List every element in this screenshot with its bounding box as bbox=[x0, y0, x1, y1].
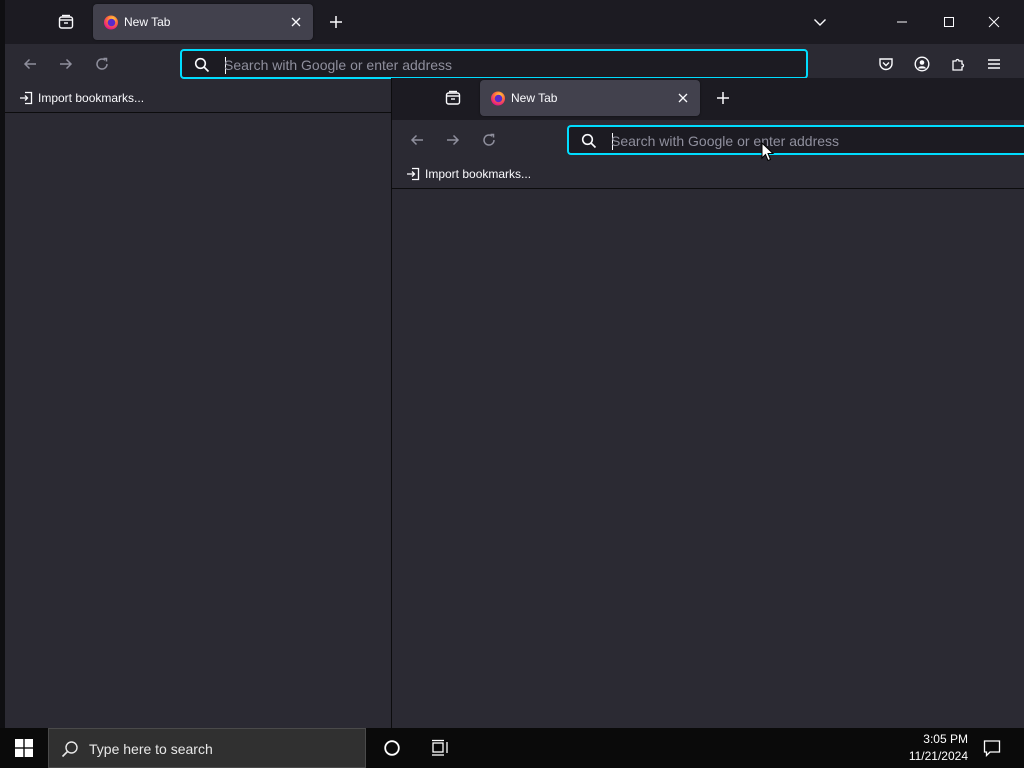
url-bar[interactable] bbox=[567, 125, 1024, 155]
tab-new-tab[interactable]: New Tab bbox=[480, 80, 700, 116]
search-icon bbox=[61, 741, 78, 758]
minimize-icon bbox=[897, 21, 907, 23]
back-button[interactable] bbox=[18, 52, 42, 76]
url-input[interactable] bbox=[224, 53, 794, 77]
tab-title: New Tab bbox=[511, 91, 558, 105]
action-center-button[interactable] bbox=[980, 736, 1004, 760]
clock-time: 3:05 PM bbox=[923, 732, 968, 746]
new-tab-button[interactable] bbox=[324, 10, 348, 34]
pocket-icon bbox=[879, 58, 893, 71]
firefox-view-icon bbox=[445, 90, 461, 105]
window-edge bbox=[0, 0, 5, 728]
url-input[interactable] bbox=[611, 129, 1021, 153]
reload-icon bbox=[96, 57, 108, 70]
minimize-button[interactable] bbox=[890, 10, 914, 34]
forward-button[interactable] bbox=[441, 128, 465, 152]
plus-icon bbox=[330, 16, 342, 28]
cortana-circle-icon bbox=[384, 740, 400, 756]
import-icon bbox=[407, 167, 420, 181]
taskbar-search-placeholder: Type here to search bbox=[89, 741, 213, 757]
start-button[interactable] bbox=[12, 736, 36, 760]
reload-button[interactable] bbox=[90, 52, 114, 76]
clock-date: 11/21/2024 bbox=[908, 749, 968, 763]
notification-icon bbox=[983, 740, 1001, 757]
close-icon bbox=[988, 16, 1000, 28]
task-view-button[interactable] bbox=[428, 736, 452, 760]
windows-logo-icon bbox=[15, 739, 33, 757]
app-menu-button[interactable] bbox=[982, 52, 1006, 76]
forward-button[interactable] bbox=[54, 52, 78, 76]
tab-new-tab[interactable]: New Tab bbox=[93, 4, 313, 40]
page-content[interactable] bbox=[392, 189, 1024, 728]
browser-window-front: New Tab Import bookmarks... bbox=[391, 78, 1024, 728]
search-icon bbox=[581, 133, 597, 149]
hamburger-menu-icon bbox=[988, 59, 1000, 69]
import-bookmarks-label: Import bookmarks... bbox=[425, 167, 532, 181]
close-tab-icon[interactable] bbox=[287, 13, 305, 31]
import-bookmarks-button[interactable]: Import bookmarks... bbox=[19, 91, 144, 105]
reload-icon bbox=[483, 133, 495, 146]
plus-icon bbox=[717, 92, 729, 104]
import-icon bbox=[20, 91, 33, 105]
search-icon bbox=[194, 57, 210, 73]
pocket-button[interactable] bbox=[874, 52, 898, 76]
firefox-logo-icon bbox=[491, 91, 505, 106]
maximize-button[interactable] bbox=[937, 10, 961, 34]
account-icon bbox=[914, 56, 930, 72]
import-bookmarks-label: Import bookmarks... bbox=[38, 91, 145, 105]
back-arrow-icon bbox=[410, 134, 423, 146]
extensions-button[interactable] bbox=[946, 52, 970, 76]
new-tab-button[interactable] bbox=[711, 86, 735, 110]
close-window-button[interactable] bbox=[982, 10, 1006, 34]
back-arrow-icon bbox=[23, 58, 36, 70]
taskbar: Type here to search 3:05 PM 11/21/2024 bbox=[0, 728, 1024, 768]
mouse-cursor-icon bbox=[761, 142, 775, 162]
list-all-tabs-button[interactable] bbox=[808, 10, 832, 34]
account-button[interactable] bbox=[910, 52, 934, 76]
close-tab-icon[interactable] bbox=[674, 89, 692, 107]
taskbar-search-box[interactable]: Type here to search bbox=[48, 728, 366, 768]
url-bar[interactable] bbox=[180, 49, 808, 79]
firefox-view-icon bbox=[58, 14, 74, 29]
firefox-view-button[interactable] bbox=[441, 86, 465, 110]
import-bookmarks-button[interactable]: Import bookmarks... bbox=[406, 167, 531, 181]
forward-arrow-icon bbox=[447, 134, 460, 146]
reload-button[interactable] bbox=[477, 128, 501, 152]
forward-arrow-icon bbox=[60, 58, 73, 70]
chevron-down-icon bbox=[814, 19, 826, 26]
cortana-button[interactable] bbox=[380, 736, 404, 760]
firefox-view-button[interactable] bbox=[54, 10, 78, 34]
taskbar-clock[interactable]: 3:05 PM 11/21/2024 bbox=[909, 731, 968, 765]
task-view-icon bbox=[432, 739, 448, 756]
firefox-logo-icon bbox=[104, 15, 118, 30]
puzzle-piece-icon bbox=[952, 58, 965, 71]
maximize-icon bbox=[944, 17, 954, 27]
back-button[interactable] bbox=[405, 128, 429, 152]
tab-title: New Tab bbox=[124, 15, 171, 29]
